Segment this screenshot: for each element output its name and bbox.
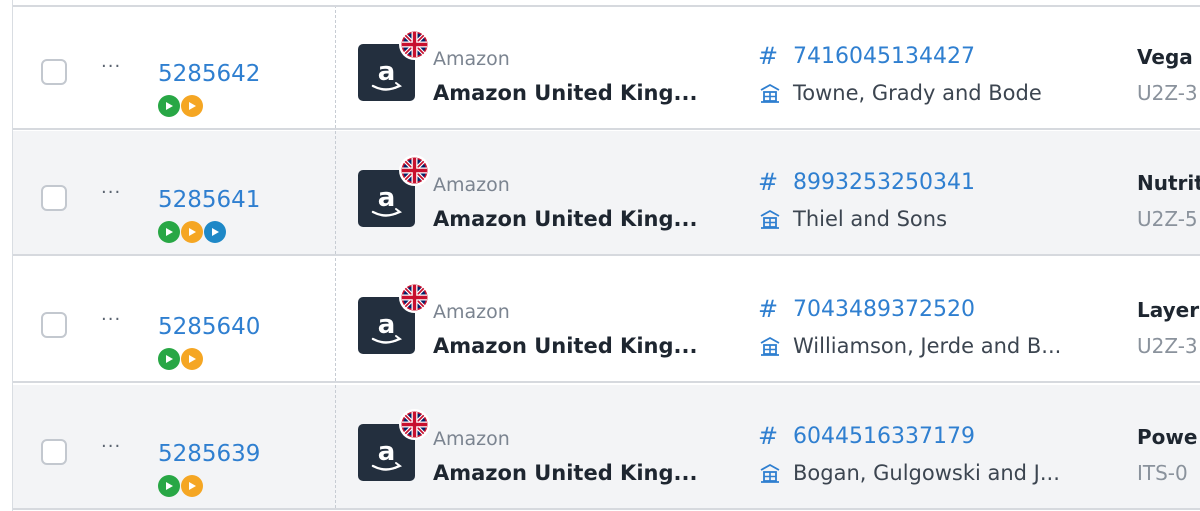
hash-icon: #	[758, 422, 779, 450]
play-icon	[158, 95, 180, 117]
svg-text:a: a	[378, 310, 396, 340]
marketplace-provider: Amazon	[433, 301, 510, 323]
supplier-name: Towne, Grady and Bode	[793, 81, 1042, 105]
supplier-name: Williamson, Jerde and B...	[793, 334, 1062, 358]
warehouse-icon	[758, 461, 782, 485]
marketplace-name: Amazon United King...	[433, 81, 698, 105]
product-name: Vega	[1137, 45, 1193, 69]
product-sku: ITS-0	[1137, 461, 1188, 485]
column-divider	[335, 385, 336, 508]
warehouse-icon	[758, 334, 782, 358]
row-checkbox[interactable]	[41, 439, 67, 465]
column-divider	[335, 131, 336, 254]
more-actions-button[interactable]: ···	[101, 437, 129, 457]
marketplace-name: Amazon United King...	[433, 461, 698, 485]
product-name: Powe	[1137, 425, 1198, 449]
marketplace-provider: Amazon	[433, 174, 510, 196]
status-icons	[158, 348, 204, 370]
row-checkbox[interactable]	[41, 185, 67, 211]
table-row[interactable]: ··· 5285640 a Amazon Amazon United King.…	[13, 258, 1200, 383]
more-actions-button[interactable]: ···	[101, 310, 129, 330]
product-sku: U2Z-3	[1137, 334, 1198, 358]
order-id-link[interactable]: 5285640	[158, 314, 260, 340]
uk-flag-icon	[399, 282, 430, 313]
reference-link[interactable]: 6044516337179	[793, 424, 975, 450]
more-actions-button[interactable]: ···	[101, 57, 129, 77]
row-checkbox[interactable]	[41, 59, 67, 85]
hash-icon: #	[758, 295, 779, 323]
uk-flag-icon	[399, 29, 430, 60]
reference-link[interactable]: 7043489372520	[793, 297, 975, 323]
supplier-name: Thiel and Sons	[793, 207, 948, 231]
table-row[interactable]: ··· 5285642 a Amazon Amazon United King.…	[13, 5, 1200, 130]
product-sku: U2Z-3	[1137, 81, 1198, 105]
play-icon	[158, 475, 180, 497]
warehouse-icon	[758, 81, 782, 105]
order-id-link[interactable]: 5285639	[158, 441, 260, 467]
play-icon	[181, 95, 203, 117]
product-name: Nutrit	[1137, 171, 1200, 195]
column-divider	[335, 5, 336, 128]
table-top-border	[13, 0, 1200, 7]
marketplace-name: Amazon United King...	[433, 334, 698, 358]
reference-link[interactable]: 7416045134427	[793, 44, 975, 70]
svg-text:a: a	[378, 57, 396, 87]
product-name: Layer	[1137, 298, 1200, 322]
supplier-name: Bogan, Gulgowski and J...	[793, 461, 1060, 485]
play-icon	[204, 221, 226, 243]
order-id-link[interactable]: 5285641	[158, 187, 260, 213]
hash-icon: #	[758, 168, 779, 196]
play-icon	[158, 348, 180, 370]
play-icon	[181, 348, 203, 370]
svg-text:a: a	[378, 437, 396, 467]
table-row[interactable]: ··· 5285641 a Amazon Amazon United King.…	[13, 131, 1200, 256]
order-id-link[interactable]: 5285642	[158, 61, 260, 87]
status-icons	[158, 475, 204, 497]
marketplace-provider: Amazon	[433, 48, 510, 70]
reference-link[interactable]: 8993253250341	[793, 170, 975, 196]
play-icon	[181, 221, 203, 243]
table-row[interactable]: ··· 5285639 a Amazon Amazon United King.…	[13, 385, 1200, 510]
status-icons	[158, 95, 204, 117]
play-icon	[181, 475, 203, 497]
status-icons	[158, 221, 227, 243]
orders-table: ··· 5285642 a Amazon Amazon United King.…	[12, 0, 1200, 511]
uk-flag-icon	[399, 409, 430, 440]
more-actions-button[interactable]: ···	[101, 183, 129, 203]
play-icon	[158, 221, 180, 243]
svg-text:a: a	[378, 183, 396, 213]
uk-flag-icon	[399, 155, 430, 186]
marketplace-name: Amazon United King...	[433, 207, 698, 231]
marketplace-provider: Amazon	[433, 428, 510, 450]
product-sku: U2Z-5	[1137, 207, 1198, 231]
row-checkbox[interactable]	[41, 312, 67, 338]
column-divider	[335, 258, 336, 381]
hash-icon: #	[758, 42, 779, 70]
warehouse-icon	[758, 207, 782, 231]
